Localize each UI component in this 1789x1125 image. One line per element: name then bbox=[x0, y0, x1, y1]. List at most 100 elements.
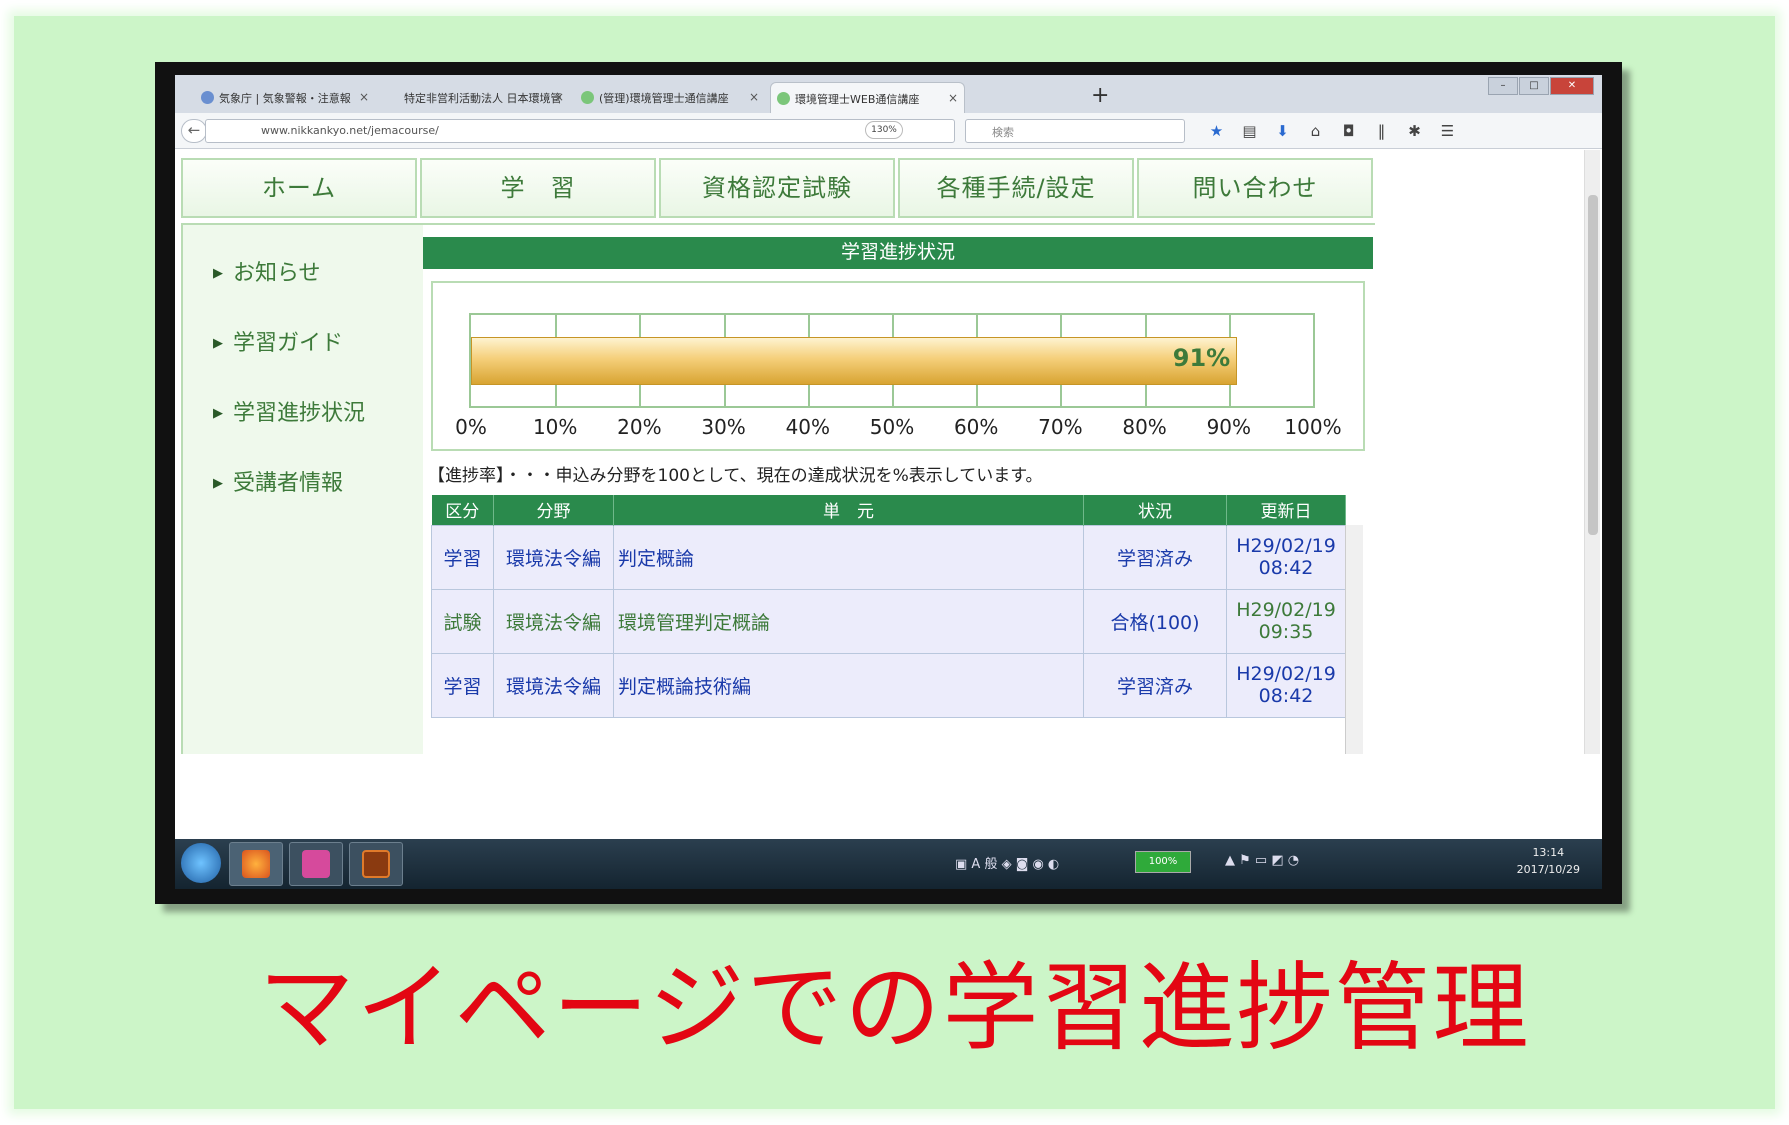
tick-label: 50% bbox=[869, 415, 915, 439]
cell-date: H29/02/19 08:42 bbox=[1226, 524, 1346, 590]
tick-label: 0% bbox=[455, 415, 487, 439]
library-icon[interactable]: ‖ bbox=[1365, 122, 1398, 140]
tab-1[interactable]: 気象庁 | 気象警報・注意報 × bbox=[195, 82, 375, 113]
cell-unit[interactable]: 環境管理判定概論 bbox=[613, 588, 1084, 654]
col-field: 分野 bbox=[493, 495, 614, 525]
cell-date: H29/02/19 08:42 bbox=[1226, 652, 1346, 718]
progress-table: 区分 分野 単 元 状況 更新日 学習 環境法令編 判定概論 学習済み H29/… bbox=[431, 495, 1365, 754]
battery-indicator[interactable]: 100% bbox=[1135, 851, 1191, 873]
progress-value-label: 91% bbox=[1172, 344, 1231, 372]
address-bar[interactable]: www.nikkankyo.net/jemacourse/ bbox=[205, 119, 955, 143]
tick-label: 100% bbox=[1284, 415, 1342, 439]
system-tray-icons[interactable]: ▣ A 般 ◈ ◙ ◉ ◐ bbox=[955, 853, 1059, 872]
tab-3[interactable]: (管理)環境管理士通信講座 × bbox=[575, 82, 765, 113]
progress-note: 【進捗率】・・・申込み分野を100として、現在の達成状況を%表示しています。 bbox=[428, 466, 1043, 486]
col-kind: 区分 bbox=[431, 495, 494, 525]
sidebar-item-news[interactable]: お知らせ bbox=[213, 255, 365, 287]
table-header-row: 区分 分野 単 元 状況 更新日 bbox=[431, 495, 1346, 525]
date-text: H29/02/19 bbox=[1236, 535, 1336, 557]
time-text: 08:42 bbox=[1258, 557, 1314, 579]
cell-status: 学習済み bbox=[1083, 524, 1227, 590]
cell-field: 環境法令編 bbox=[493, 652, 614, 718]
firefox-icon bbox=[242, 850, 270, 878]
tab-label: 気象庁 | 気象警報・注意報 bbox=[219, 92, 351, 105]
table-row: 学習 環境法令編 判定概論技術編 学習済み H29/02/19 08:42 bbox=[431, 652, 1346, 718]
content-panel: お知らせ 学習ガイド 学習進捗状況 受講者情報 学習進捗状況 91% 0% 10%… bbox=[181, 223, 1375, 754]
date-text: H29/02/19 bbox=[1236, 599, 1336, 621]
close-icon[interactable]: × bbox=[749, 90, 759, 104]
close-icon[interactable]: × bbox=[948, 91, 958, 105]
tick-label: 30% bbox=[701, 415, 746, 439]
hpb-icon bbox=[302, 850, 330, 878]
tick-label: 90% bbox=[1206, 415, 1252, 439]
tick-label: 70% bbox=[1038, 415, 1083, 439]
tab-label: (管理)環境管理士通信講座 bbox=[599, 92, 729, 105]
scrollbar-thumb[interactable] bbox=[1588, 195, 1598, 535]
clover-icon bbox=[581, 91, 594, 104]
global-menu: ホーム 学 習 資格認定試験 各種手続/設定 問い合わせ bbox=[181, 158, 1376, 218]
col-status: 状況 bbox=[1083, 495, 1227, 525]
sidebar-item-profile[interactable]: 受講者情報 bbox=[213, 465, 365, 497]
tab-4-active[interactable]: 環境管理士WEB通信講座 × bbox=[770, 82, 965, 113]
table-row: 試験 環境法令編 環境管理判定概論 合格(100) H29/02/19 09:35 bbox=[431, 588, 1346, 654]
zoom-indicator[interactable]: 130% bbox=[865, 121, 903, 139]
progress-bar: 91% bbox=[471, 337, 1238, 385]
menu-study[interactable]: 学 習 bbox=[420, 158, 656, 218]
clock[interactable]: 13:14 2017/10/29 bbox=[1517, 844, 1580, 878]
section-title: 学習進捗状況 bbox=[423, 237, 1373, 269]
close-icon[interactable]: × bbox=[554, 90, 564, 104]
taskbar-hpb[interactable] bbox=[289, 842, 343, 886]
window-controls: – □ ✕ bbox=[1487, 77, 1594, 95]
close-window-button[interactable]: ✕ bbox=[1550, 77, 1594, 95]
clock-time: 13:14 bbox=[1532, 846, 1565, 859]
screenshot-frame: 気象庁 | 気象警報・注意報 × 特定非営利活動法人 日本環境管 × (管理)環境管… bbox=[155, 62, 1622, 904]
sidebar: お知らせ 学習ガイド 学習進捗状況 受講者情報 bbox=[213, 255, 365, 535]
cell-unit[interactable]: 判定概論技術編 bbox=[613, 652, 1084, 718]
sidebar-item-progress[interactable]: 学習進捗状況 bbox=[213, 395, 365, 427]
caption-title: マイページでの学習進捗管理 bbox=[258, 952, 1531, 1064]
navigation-toolbar: ← www.nikkankyo.net/jemacourse/ 130% 検索 … bbox=[175, 113, 1602, 149]
cell-date: H29/02/19 09:35 bbox=[1226, 588, 1346, 654]
minimize-button[interactable]: – bbox=[1488, 77, 1518, 95]
menu-contact[interactable]: 問い合わせ bbox=[1137, 158, 1373, 218]
time-text: 09:35 bbox=[1258, 621, 1314, 643]
tab-label: 特定非営利活動法人 日本環境管 bbox=[404, 92, 562, 105]
back-button[interactable]: ← bbox=[181, 119, 207, 143]
maximize-button[interactable]: □ bbox=[1519, 77, 1549, 95]
sidebar-item-guide[interactable]: 学習ガイド bbox=[213, 325, 365, 357]
pocket-icon[interactable]: ◘ bbox=[1332, 122, 1365, 140]
tab-bar: 気象庁 | 気象警報・注意報 × 特定非営利活動法人 日本環境管 × (管理)環境管… bbox=[175, 75, 1602, 113]
close-icon[interactable]: × bbox=[359, 90, 369, 104]
download-icon[interactable]: ⬇ bbox=[1266, 122, 1299, 140]
menu-icon[interactable]: ☰ bbox=[1431, 122, 1464, 140]
cell-status: 学習済み bbox=[1083, 652, 1227, 718]
search-input[interactable]: 検索 bbox=[965, 119, 1185, 143]
page-scrollbar[interactable] bbox=[1584, 150, 1600, 754]
start-button[interactable] bbox=[181, 843, 221, 883]
cell-unit[interactable]: 判定概論 bbox=[613, 524, 1084, 590]
clock-date: 2017/10/29 bbox=[1516, 863, 1580, 876]
col-date: 更新日 bbox=[1226, 495, 1346, 525]
cell-status: 合格(100) bbox=[1083, 588, 1227, 654]
bookmarks-icon[interactable]: ▤ bbox=[1233, 122, 1266, 140]
tab-2[interactable]: 特定非営利活動法人 日本環境管 × bbox=[380, 82, 570, 113]
cell-field: 環境法令編 bbox=[493, 588, 614, 654]
tray-flags[interactable]: ▲ ⚑ ▭ ◩ ◔ bbox=[1225, 853, 1299, 868]
taskbar-firefox[interactable] bbox=[229, 842, 283, 886]
new-tab-button[interactable]: + bbox=[1091, 83, 1109, 108]
table-scrollbar[interactable] bbox=[1345, 525, 1363, 754]
menu-settings[interactable]: 各種手続/設定 bbox=[898, 158, 1134, 218]
time-text: 08:42 bbox=[1258, 685, 1314, 707]
home-icon[interactable]: ⌂ bbox=[1299, 122, 1332, 140]
taskbar: ▣ A 般 ◈ ◙ ◉ ◐ 100% ▲ ⚑ ▭ ◩ ◔ 13:14 2017/1… bbox=[175, 839, 1602, 889]
tick-label: 40% bbox=[785, 415, 831, 439]
taskbar-app3[interactable] bbox=[349, 842, 403, 886]
menu-exam[interactable]: 資格認定試験 bbox=[659, 158, 895, 218]
bookmark-star-icon[interactable]: ★ bbox=[1200, 122, 1233, 140]
menu-home[interactable]: ホーム bbox=[181, 158, 417, 218]
app-icon bbox=[362, 850, 390, 878]
progress-chart: 91% 0% 10% 20% 30% 40% 50% 60% 70% 80% 90% 100% bbox=[431, 281, 1365, 451]
extension-icon[interactable]: ✱ bbox=[1398, 122, 1431, 140]
cell-field: 環境法令編 bbox=[493, 524, 614, 590]
clover-icon bbox=[777, 92, 790, 105]
